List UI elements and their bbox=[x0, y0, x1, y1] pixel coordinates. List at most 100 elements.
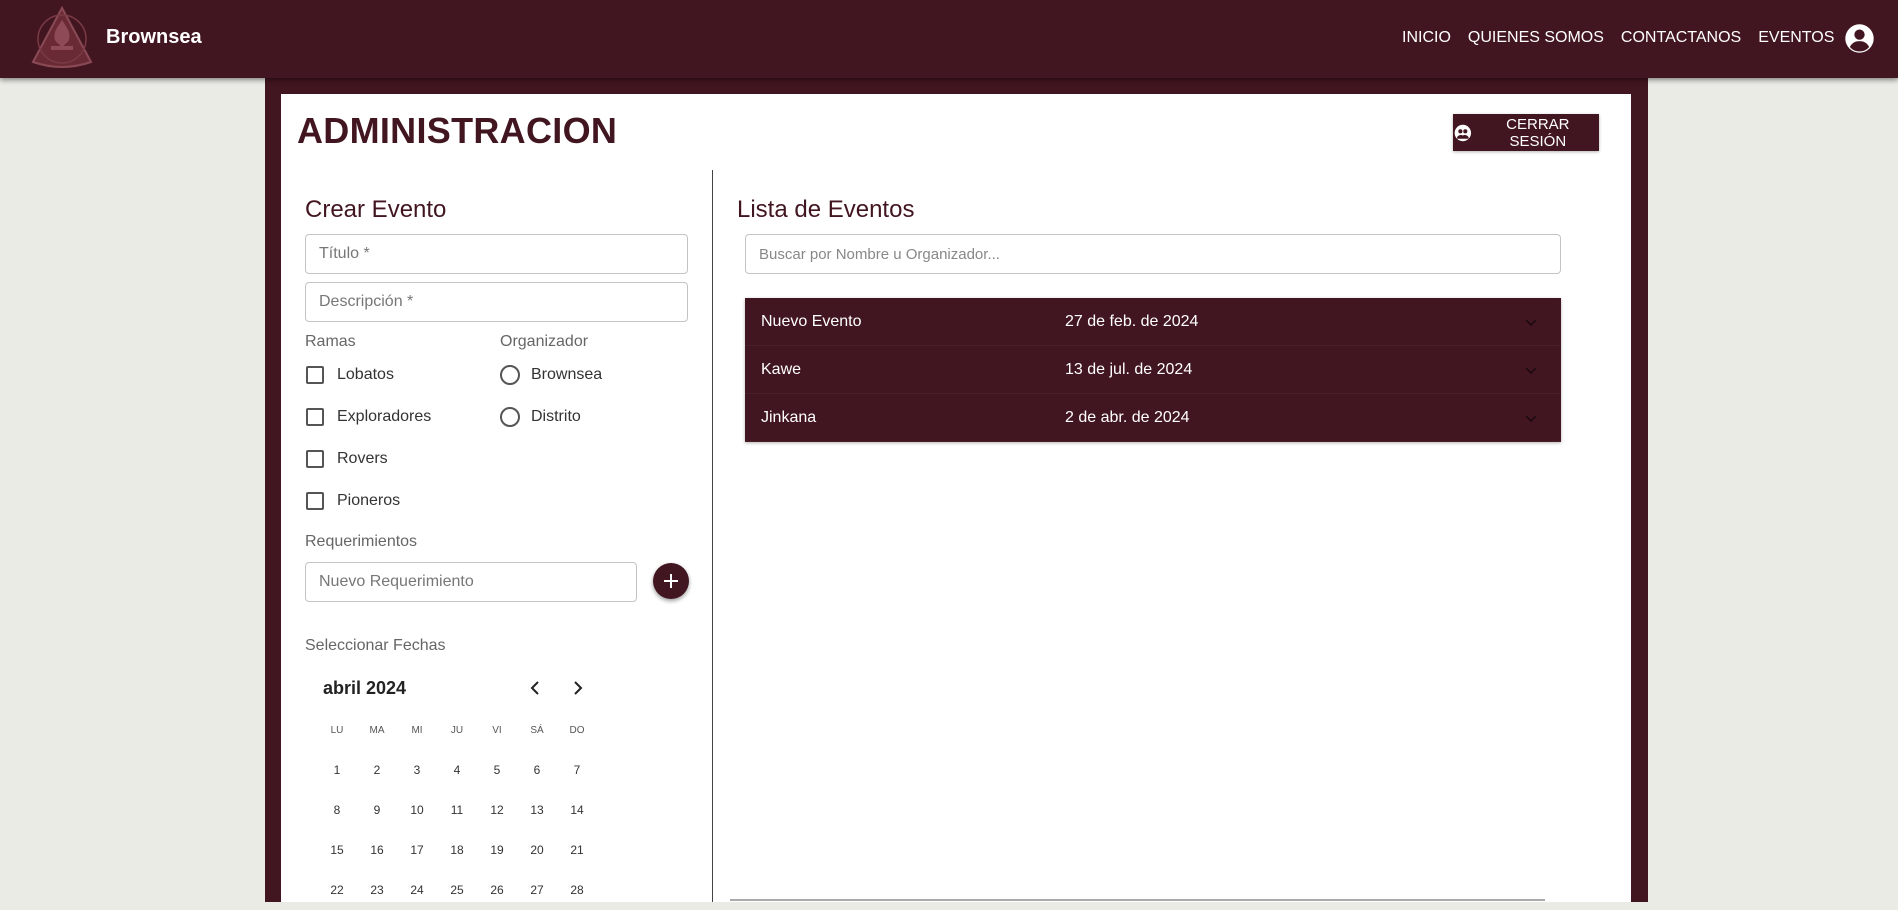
ramas-label: Ramas bbox=[305, 333, 356, 350]
rama-pioneros-label: Pioneros bbox=[337, 492, 401, 509]
calendar-day[interactable]: 25 bbox=[437, 883, 477, 897]
calendar-day[interactable]: 17 bbox=[397, 843, 437, 857]
chevron-right-icon bbox=[574, 681, 583, 695]
calendar-day[interactable]: 11 bbox=[437, 803, 477, 817]
logout-button[interactable]: CERRAR SESIÓN bbox=[1453, 114, 1599, 151]
calendar-day[interactable]: 6 bbox=[517, 763, 557, 777]
nav-link-quienes-somos[interactable]: QUIENES SOMOS bbox=[1468, 29, 1604, 47]
calendar-day[interactable]: 20 bbox=[517, 843, 557, 857]
calendar-day[interactable]: 7 bbox=[557, 763, 597, 777]
weekday: JU bbox=[450, 724, 464, 736]
event-name: Jinkana bbox=[761, 408, 817, 426]
rama-lobatos-checkbox[interactable] bbox=[306, 366, 324, 384]
event-date: 27 de feb. de 2024 bbox=[1065, 312, 1199, 330]
account-circle-icon[interactable] bbox=[1844, 23, 1875, 54]
nav-links: INICIO QUIENES SOMOS CONTACTANOS EVENTOS bbox=[1402, 29, 1851, 47]
nav-link-inicio[interactable]: INICIO bbox=[1402, 29, 1451, 47]
calendar-day[interactable]: 4 bbox=[437, 763, 477, 777]
page-title: ADMINISTRACION bbox=[297, 110, 618, 151]
organizador-distrito-label: Distrito bbox=[531, 408, 581, 425]
weekday: DO bbox=[569, 724, 585, 736]
search-input[interactable] bbox=[745, 234, 1561, 274]
rama-rovers[interactable]: Rovers bbox=[306, 447, 388, 471]
weekday: MA bbox=[369, 724, 385, 736]
organizador-brownsea-radio[interactable] bbox=[500, 365, 520, 385]
calendar-grid: LU MA MI JU VI SÁ DO 1 2 3 4 5 6 7 8 9 1… bbox=[317, 710, 637, 910]
chevron-left-icon bbox=[530, 681, 539, 695]
chevron-down-icon[interactable] bbox=[1523, 410, 1539, 426]
calendar-day[interactable]: 5 bbox=[477, 763, 517, 777]
plus-icon bbox=[664, 574, 678, 588]
rama-lobatos[interactable]: Lobatos bbox=[306, 363, 394, 387]
weekday: SÁ bbox=[530, 724, 544, 736]
calendar-day[interactable]: 27 bbox=[517, 883, 557, 897]
calendar-week: 1 2 3 4 5 6 7 bbox=[317, 750, 637, 790]
calendar-next-button[interactable] bbox=[566, 676, 590, 700]
calendar-month[interactable]: abril 2024 bbox=[323, 678, 406, 699]
event-name: Kawe bbox=[761, 360, 802, 378]
event-date: 13 de jul. de 2024 bbox=[1065, 360, 1193, 378]
calendar-day[interactable]: 13 bbox=[517, 803, 557, 817]
organizador-distrito-radio[interactable] bbox=[500, 407, 520, 427]
add-requerimiento-button[interactable] bbox=[653, 563, 689, 599]
rama-exploradores-label: Exploradores bbox=[337, 408, 432, 425]
organizador-brownsea-label: Brownsea bbox=[531, 366, 603, 383]
events-list: Nuevo Evento 27 de feb. de 2024 Kawe 13 … bbox=[745, 298, 1561, 442]
calendar-prev-button[interactable] bbox=[523, 676, 547, 700]
rama-pioneros[interactable]: Pioneros bbox=[306, 489, 400, 513]
rama-exploradores-checkbox[interactable] bbox=[306, 408, 324, 426]
event-row[interactable]: Kawe 13 de jul. de 2024 bbox=[745, 346, 1561, 394]
create-event-title: Crear Evento bbox=[305, 196, 447, 223]
section-divider bbox=[712, 170, 713, 902]
calendar-day[interactable]: 2 bbox=[357, 763, 397, 777]
calendar-day[interactable]: 9 bbox=[357, 803, 397, 817]
calendar-day[interactable]: 16 bbox=[357, 843, 397, 857]
chevron-down-icon[interactable] bbox=[1523, 362, 1539, 378]
chevron-down-icon[interactable] bbox=[1523, 314, 1539, 330]
rama-rovers-label: Rovers bbox=[337, 450, 388, 467]
calendar-day[interactable]: 19 bbox=[477, 843, 517, 857]
calendar-day[interactable]: 24 bbox=[397, 883, 437, 897]
titulo-input[interactable] bbox=[305, 234, 688, 274]
weekday: MI bbox=[411, 724, 423, 736]
rama-rovers-checkbox[interactable] bbox=[306, 450, 324, 468]
calendar-day[interactable]: 14 bbox=[557, 803, 597, 817]
rama-pioneros-checkbox[interactable] bbox=[306, 492, 324, 510]
calendar-day[interactable]: 10 bbox=[397, 803, 437, 817]
top-navbar: Brownsea INICIO QUIENES SOMOS CONTACTANO… bbox=[0, 0, 1898, 78]
organizador-brownsea[interactable]: Brownsea bbox=[500, 363, 602, 387]
calendar-day[interactable]: 1 bbox=[317, 763, 357, 777]
list-bottom-border bbox=[730, 899, 1545, 901]
weekday: VI bbox=[492, 724, 502, 736]
nav-link-eventos[interactable]: EVENTOS bbox=[1758, 29, 1834, 47]
logout-icon bbox=[1454, 124, 1472, 141]
calendar-week: 15 16 17 18 19 20 21 bbox=[317, 830, 637, 870]
logout-label: CERRAR SESIÓN bbox=[1506, 115, 1570, 150]
calendar-day[interactable]: 15 bbox=[317, 843, 357, 857]
calendar-day[interactable]: 28 bbox=[557, 883, 597, 897]
event-row[interactable]: Jinkana 2 de abr. de 2024 bbox=[745, 394, 1561, 442]
scout-logo-icon[interactable] bbox=[29, 6, 95, 72]
weekday: LU bbox=[330, 724, 344, 736]
event-date: 2 de abr. de 2024 bbox=[1065, 408, 1190, 426]
event-name: Nuevo Evento bbox=[761, 312, 862, 330]
calendar-day[interactable]: 18 bbox=[437, 843, 477, 857]
calendar-day[interactable]: 3 bbox=[397, 763, 437, 777]
brand-name[interactable]: Brownsea bbox=[106, 26, 202, 49]
event-list-title: Lista de Eventos bbox=[737, 196, 915, 223]
organizador-label: Organizador bbox=[500, 333, 589, 350]
calendar-day[interactable]: 8 bbox=[317, 803, 357, 817]
calendar-day[interactable]: 12 bbox=[477, 803, 517, 817]
organizador-distrito[interactable]: Distrito bbox=[500, 405, 581, 429]
calendar-day[interactable]: 21 bbox=[557, 843, 597, 857]
requerimiento-input[interactable] bbox=[305, 562, 637, 602]
rama-exploradores[interactable]: Exploradores bbox=[306, 405, 431, 429]
nav-link-contactanos[interactable]: CONTACTANOS bbox=[1621, 29, 1741, 47]
calendar-day[interactable]: 26 bbox=[477, 883, 517, 897]
event-row[interactable]: Nuevo Evento 27 de feb. de 2024 bbox=[745, 298, 1561, 346]
descripcion-input[interactable] bbox=[305, 282, 688, 322]
calendar-day[interactable]: 23 bbox=[357, 883, 397, 897]
calendar-weekdays: LU MA MI JU VI SÁ DO bbox=[317, 710, 637, 750]
calendar-day[interactable]: 22 bbox=[317, 883, 357, 897]
requerimientos-label: Requerimientos bbox=[305, 533, 418, 550]
